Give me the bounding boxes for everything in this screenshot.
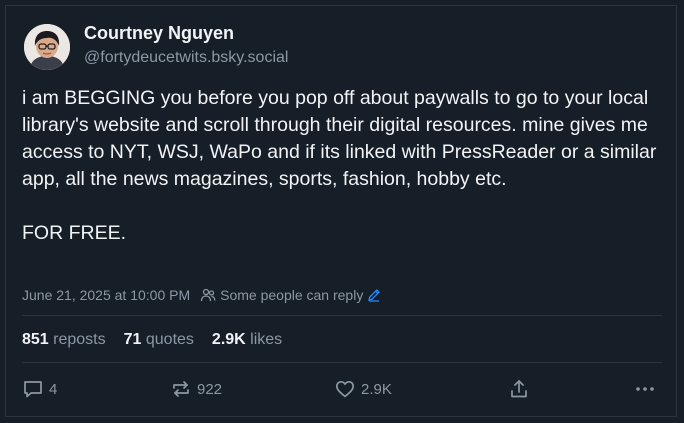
divider	[22, 315, 662, 316]
reply-count: 4	[49, 380, 58, 398]
reposts-stat[interactable]: 851 reposts	[22, 331, 106, 349]
share-icon	[508, 378, 530, 400]
reply-setting[interactable]: Some people can reply	[200, 287, 381, 303]
author-handle[interactable]: @fortydeucetwits.bsky.social	[84, 49, 288, 67]
likes-label: likes	[250, 331, 283, 348]
avatar-image	[24, 24, 70, 70]
likes-stat[interactable]: 2.9K likes	[212, 331, 282, 349]
post-card: Courtney Nguyen @fortydeucetwits.bsky.so…	[5, 5, 677, 417]
pencil-icon[interactable]	[367, 288, 381, 302]
reply-setting-label: Some people can reply	[220, 287, 364, 303]
post-meta: June 21, 2025 at 10:00 PM Some people ca…	[22, 286, 381, 304]
share-button[interactable]	[508, 378, 530, 400]
engagement-stats: 851 reposts 71 quotes 2.9K likes	[22, 331, 282, 349]
likes-count: 2.9K	[211, 331, 246, 348]
people-icon	[200, 287, 216, 303]
repost-count: 922	[197, 380, 223, 398]
quotes-count: 71	[123, 331, 142, 348]
more-dots-icon	[634, 378, 656, 400]
post-timestamp[interactable]: June 21, 2025 at 10:00 PM	[22, 287, 190, 303]
quotes-stat[interactable]: 71 quotes	[124, 331, 194, 349]
author-name[interactable]: Courtney Nguyen	[84, 23, 234, 44]
action-bar: 4 922 2.9K	[22, 378, 666, 408]
more-button[interactable]	[634, 378, 656, 400]
divider	[22, 362, 662, 363]
reposts-label: reposts	[53, 331, 106, 348]
like-count: 2.9K	[361, 380, 392, 398]
heart-icon	[334, 378, 356, 400]
repost-arrows-icon	[170, 378, 192, 400]
quotes-label: quotes	[145, 331, 194, 348]
reposts-count: 851	[22, 331, 49, 348]
reply-button[interactable]: 4	[22, 378, 57, 400]
post-text: i am BEGGING you before you pop off abou…	[22, 87, 657, 244]
speech-bubble-icon	[22, 378, 44, 400]
repost-button[interactable]: 922	[170, 378, 222, 400]
avatar[interactable]	[24, 24, 70, 70]
like-button[interactable]: 2.9K	[334, 378, 392, 400]
